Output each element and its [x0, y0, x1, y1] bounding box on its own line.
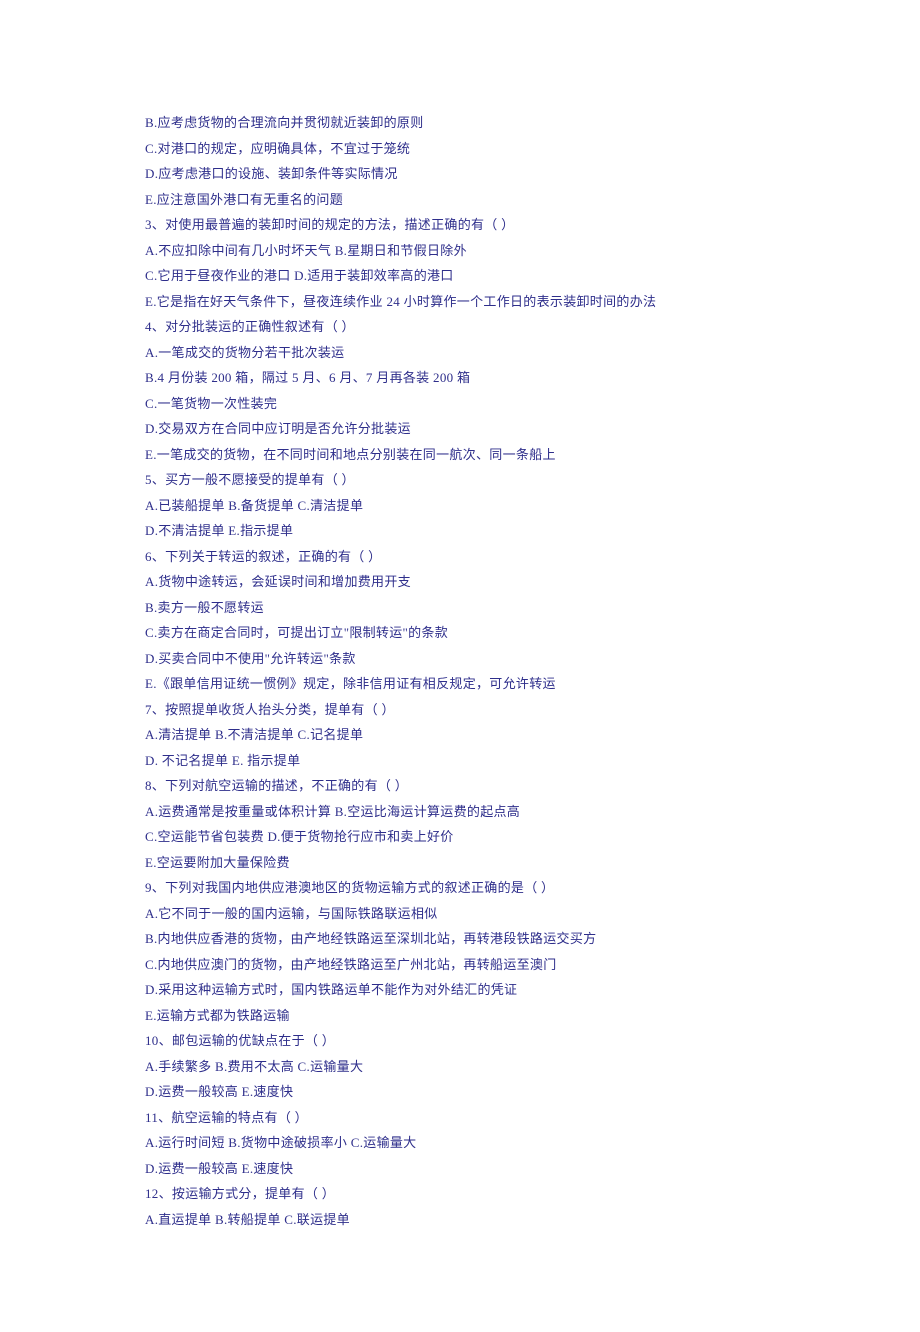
text-line: E.运输方式都为铁路运输	[145, 1003, 775, 1029]
text-line: 11、航空运输的特点有（ ）	[145, 1105, 775, 1131]
text-line: A.直运提单 B.转船提单 C.联运提单	[145, 1207, 775, 1233]
document-page: B.应考虑货物的合理流向并贯彻就近装卸的原则C.对港口的规定，应明确具体，不宜过…	[0, 0, 920, 1332]
text-line: C.内地供应澳门的货物，由产地经铁路运至广州北站，再转船运至澳门	[145, 952, 775, 978]
text-line: A.清洁提单 B.不清洁提单 C.记名提单	[145, 722, 775, 748]
text-line: 10、邮包运输的优缺点在于（ ）	[145, 1028, 775, 1054]
text-line: A.货物中途转运，会延误时间和增加费用开支	[145, 569, 775, 595]
text-line: 8、下列对航空运输的描述，不正确的有（ ）	[145, 773, 775, 799]
text-line: D.不清洁提单 E.指示提单	[145, 518, 775, 544]
text-line: B.内地供应香港的货物，由产地经铁路运至深圳北站，再转港段铁路运交买方	[145, 926, 775, 952]
text-line: A.一笔成交的货物分若干批次装运	[145, 340, 775, 366]
text-line: B.4 月份装 200 箱，隔过 5 月、6 月、7 月再各装 200 箱	[145, 365, 775, 391]
text-line: C.它用于昼夜作业的港口 D.适用于装卸效率高的港口	[145, 263, 775, 289]
text-line: D.应考虑港口的设施、装卸条件等实际情况	[145, 161, 775, 187]
text-line: E.一笔成交的货物，在不同时间和地点分别装在同一航次、同一条船上	[145, 442, 775, 468]
text-line: D.运费一般较高 E.速度快	[145, 1079, 775, 1105]
text-line: 12、按运输方式分，提单有（ ）	[145, 1181, 775, 1207]
text-line: 4、对分批装运的正确性叙述有（ ）	[145, 314, 775, 340]
text-line: A.手续繁多 B.费用不太高 C.运输量大	[145, 1054, 775, 1080]
text-line: 7、按照提单收货人抬头分类，提单有（ ）	[145, 697, 775, 723]
text-line: A.已装船提单 B.备货提单 C.清洁提单	[145, 493, 775, 519]
text-line: 9、下列对我国内地供应港澳地区的货物运输方式的叙述正确的是（ ）	[145, 875, 775, 901]
text-line: E.空运要附加大量保险费	[145, 850, 775, 876]
text-line: A.运费通常是按重量或体积计算 B.空运比海运计算运费的起点高	[145, 799, 775, 825]
text-line: 6、下列关于转运的叙述，正确的有（ ）	[145, 544, 775, 570]
text-line: C.对港口的规定，应明确具体，不宜过于笼统	[145, 136, 775, 162]
text-line: A.不应扣除中间有几小时坏天气 B.星期日和节假日除外	[145, 238, 775, 264]
text-content: B.应考虑货物的合理流向并贯彻就近装卸的原则C.对港口的规定，应明确具体，不宜过…	[145, 110, 775, 1232]
text-line: B.卖方一般不愿转运	[145, 595, 775, 621]
text-line: 3、对使用最普遍的装卸时间的规定的方法，描述正确的有（ ）	[145, 212, 775, 238]
text-line: C.卖方在商定合同时，可提出订立"限制转运"的条款	[145, 620, 775, 646]
text-line: A.运行时间短 B.货物中途破损率小 C.运输量大	[145, 1130, 775, 1156]
text-line: D.运费一般较高 E.速度快	[145, 1156, 775, 1182]
text-line: E.它是指在好天气条件下，昼夜连续作业 24 小时算作一个工作日的表示装卸时间的…	[145, 289, 775, 315]
text-line: D.买卖合同中不使用"允许转运"条款	[145, 646, 775, 672]
text-line: D. 不记名提单 E. 指示提单	[145, 748, 775, 774]
text-line: D.交易双方在合同中应订明是否允许分批装运	[145, 416, 775, 442]
text-line: D.采用这种运输方式时，国内铁路运单不能作为对外结汇的凭证	[145, 977, 775, 1003]
text-line: B.应考虑货物的合理流向并贯彻就近装卸的原则	[145, 110, 775, 136]
text-line: E.《跟单信用证统一惯例》规定，除非信用证有相反规定，可允许转运	[145, 671, 775, 697]
text-line: C.空运能节省包装费 D.便于货物抢行应市和卖上好价	[145, 824, 775, 850]
text-line: A.它不同于一般的国内运输，与国际铁路联运相似	[145, 901, 775, 927]
text-line: C.一笔货物一次性装完	[145, 391, 775, 417]
text-line: E.应注意国外港口有无重名的问题	[145, 187, 775, 213]
text-line: 5、买方一般不愿接受的提单有（ ）	[145, 467, 775, 493]
